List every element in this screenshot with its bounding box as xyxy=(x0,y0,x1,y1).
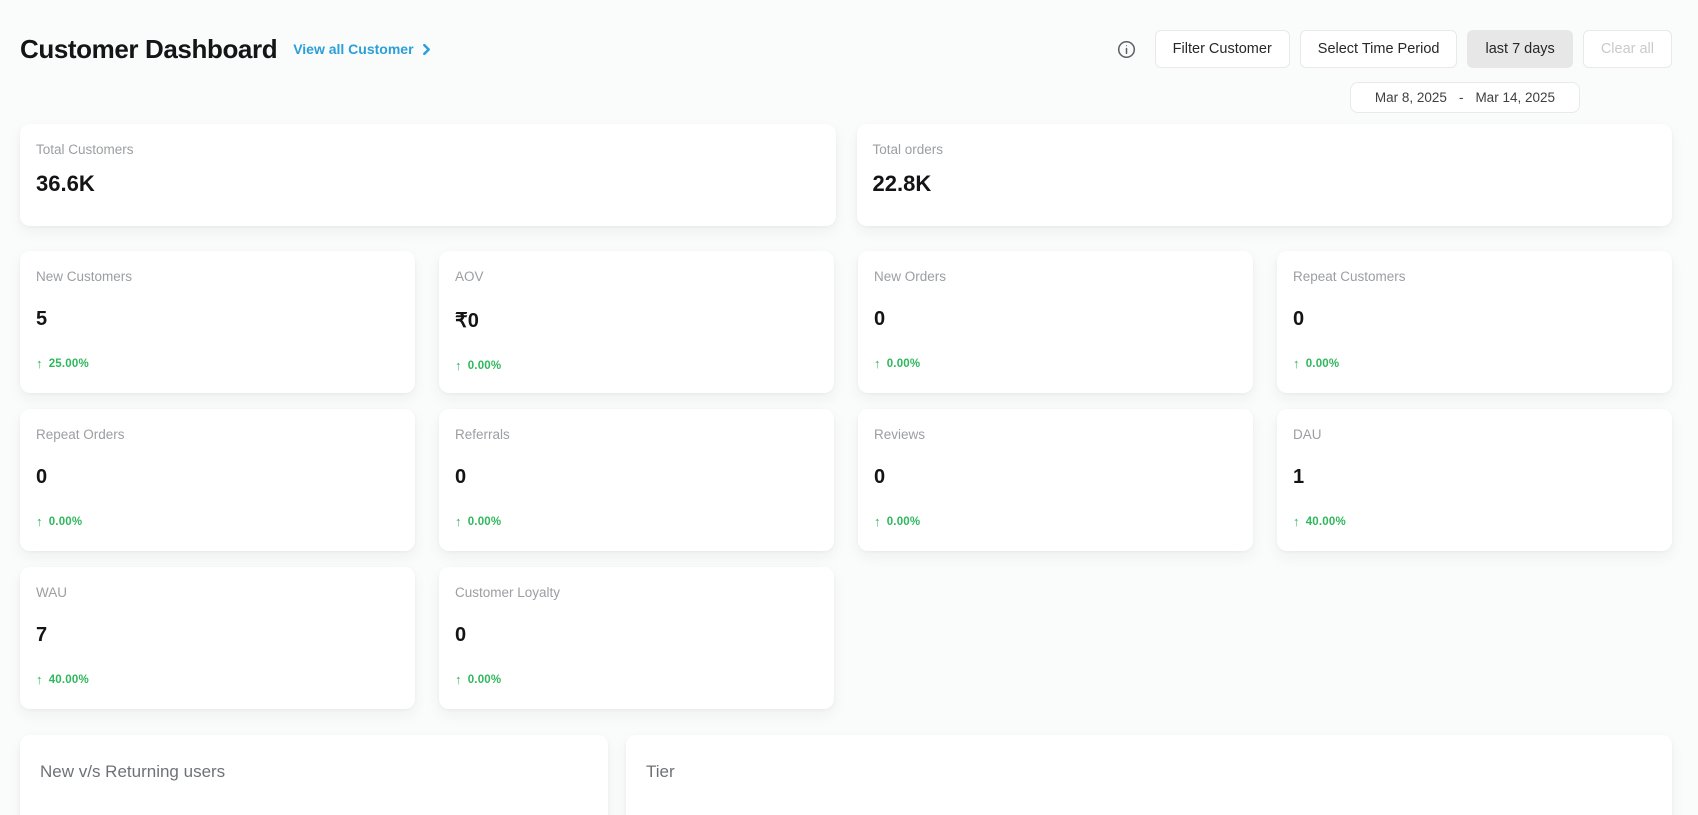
customer-dashboard-page: Customer Dashboard View all Customer Fil… xyxy=(0,0,1698,815)
topbar: Customer Dashboard View all Customer Fil… xyxy=(20,0,1672,68)
date-range-display[interactable]: Mar 8, 2025 - Mar 14, 2025 xyxy=(1350,82,1580,113)
page-title: Customer Dashboard xyxy=(20,34,277,65)
metric-change: ↑ 0.00% xyxy=(455,359,818,372)
metric-card-reviews: Reviews 0 ↑ 0.00% xyxy=(858,409,1253,551)
metric-card-dau: DAU 1 ↑ 40.00% xyxy=(1277,409,1672,551)
arrow-up-icon: ↑ xyxy=(874,515,881,528)
date-row: Mar 8, 2025 - Mar 14, 2025 xyxy=(20,82,1672,113)
metric-card-value: ₹0 xyxy=(455,308,818,333)
metric-card-label: Repeat Customers xyxy=(1293,269,1656,284)
metric-card-value: 5 xyxy=(36,308,399,331)
metric-change-value: 0.00% xyxy=(468,516,502,528)
metric-card-label: Repeat Orders xyxy=(36,427,399,442)
metric-change: ↑ 0.00% xyxy=(455,673,818,686)
metric-card-aov: AOV ₹0 ↑ 0.00% xyxy=(439,251,834,393)
metric-card-repeat-customers: Repeat Customers 0 ↑ 0.00% xyxy=(1277,251,1672,393)
arrow-up-icon: ↑ xyxy=(455,359,462,372)
metric-change-value: 0.00% xyxy=(887,358,921,370)
metric-card-referrals: Referrals 0 ↑ 0.00% xyxy=(439,409,834,551)
summary-card-total-orders: Total orders 22.8K xyxy=(857,124,1673,226)
summary-card-value: 22.8K xyxy=(873,171,1657,197)
metric-change-value: 0.00% xyxy=(468,360,502,372)
chart-card-tier: Tier xyxy=(626,735,1672,815)
metric-card-value: 1 xyxy=(1293,466,1656,489)
topbar-left: Customer Dashboard View all Customer xyxy=(20,34,432,65)
metric-card-label: Customer Loyalty xyxy=(455,585,818,600)
summary-card-value: 36.6K xyxy=(36,171,820,197)
view-all-customer-link[interactable]: View all Customer xyxy=(293,41,431,57)
metric-card-label: WAU xyxy=(36,585,399,600)
metric-card-new-orders: New Orders 0 ↑ 0.00% xyxy=(858,251,1253,393)
summary-cards-row: Total Customers 36.6K Total orders 22.8K xyxy=(20,124,1672,226)
metric-card-label: AOV xyxy=(455,269,818,284)
filter-customer-button[interactable]: Filter Customer xyxy=(1155,30,1290,68)
metric-card-label: DAU xyxy=(1293,427,1656,442)
metric-card-repeat-orders: Repeat Orders 0 ↑ 0.00% xyxy=(20,409,415,551)
chart-title: New v/s Returning users xyxy=(40,762,588,782)
info-icon[interactable] xyxy=(1117,39,1137,59)
metric-change: ↑ 25.00% xyxy=(36,357,399,370)
metric-change-value: 40.00% xyxy=(49,674,89,686)
summary-card-label: Total Customers xyxy=(36,142,820,157)
arrow-up-icon: ↑ xyxy=(36,673,43,686)
metric-card-value: 0 xyxy=(455,466,818,489)
metric-change-value: 40.00% xyxy=(1306,516,1346,528)
metric-change: ↑ 0.00% xyxy=(874,515,1237,528)
metric-change: ↑ 40.00% xyxy=(1293,515,1656,528)
date-range-end: Mar 14, 2025 xyxy=(1475,90,1555,105)
metric-card-value: 0 xyxy=(874,308,1237,331)
metric-change-value: 0.00% xyxy=(1306,358,1340,370)
clear-all-button[interactable]: Clear all xyxy=(1583,30,1672,68)
metric-card-label: New Customers xyxy=(36,269,399,284)
chart-card-new-vs-returning-users: New v/s Returning users xyxy=(20,735,608,815)
chart-title: Tier xyxy=(646,762,1652,782)
metric-card-label: Referrals xyxy=(455,427,818,442)
metric-card-customer-loyalty: Customer Loyalty 0 ↑ 0.00% xyxy=(439,567,834,709)
metric-change-value: 0.00% xyxy=(468,674,502,686)
metric-change: ↑ 0.00% xyxy=(874,357,1237,370)
metric-change: ↑ 0.00% xyxy=(455,515,818,528)
summary-card-total-customers: Total Customers 36.6K xyxy=(20,124,836,226)
select-time-period-button[interactable]: Select Time Period xyxy=(1300,30,1458,68)
metric-card-label: Reviews xyxy=(874,427,1237,442)
metric-card-value: 0 xyxy=(874,466,1237,489)
view-all-customer-label: View all Customer xyxy=(293,41,413,57)
metric-change-value: 25.00% xyxy=(49,358,89,370)
charts-row: New v/s Returning users Tier xyxy=(20,735,1672,815)
arrow-up-icon: ↑ xyxy=(455,515,462,528)
arrow-up-icon: ↑ xyxy=(36,357,43,370)
last-7-days-button[interactable]: last 7 days xyxy=(1467,30,1572,68)
metric-card-label: New Orders xyxy=(874,269,1237,284)
arrow-up-icon: ↑ xyxy=(1293,357,1300,370)
arrow-up-icon: ↑ xyxy=(36,515,43,528)
metric-change-value: 0.00% xyxy=(887,516,921,528)
metric-card-value: 0 xyxy=(1293,308,1656,331)
metric-card-wau: WAU 7 ↑ 40.00% xyxy=(20,567,415,709)
metric-cards-grid: New Customers 5 ↑ 25.00% AOV ₹0 ↑ 0.00% … xyxy=(20,251,1672,709)
chevron-right-icon xyxy=(421,44,432,55)
arrow-up-icon: ↑ xyxy=(1293,515,1300,528)
summary-card-label: Total orders xyxy=(873,142,1657,157)
date-range-separator: - xyxy=(1459,90,1464,105)
metric-card-value: 0 xyxy=(455,624,818,647)
metric-card-value: 7 xyxy=(36,624,399,647)
date-range-start: Mar 8, 2025 xyxy=(1375,90,1447,105)
metric-change: ↑ 40.00% xyxy=(36,673,399,686)
metric-change-value: 0.00% xyxy=(49,516,83,528)
arrow-up-icon: ↑ xyxy=(874,357,881,370)
metric-change: ↑ 0.00% xyxy=(1293,357,1656,370)
metric-change: ↑ 0.00% xyxy=(36,515,399,528)
arrow-up-icon: ↑ xyxy=(455,673,462,686)
topbar-actions: Filter Customer Select Time Period last … xyxy=(1117,30,1672,68)
metric-card-value: 0 xyxy=(36,466,399,489)
metric-card-new-customers: New Customers 5 ↑ 25.00% xyxy=(20,251,415,393)
